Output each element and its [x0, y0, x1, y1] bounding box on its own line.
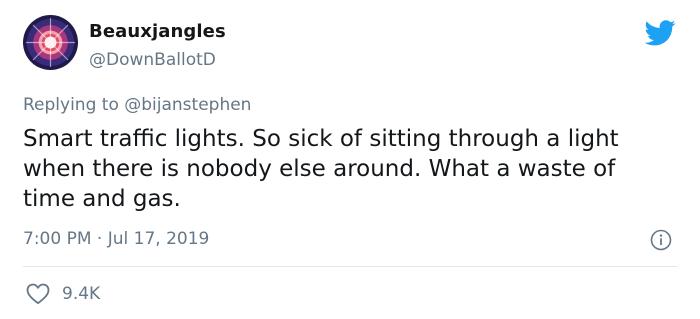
heart-icon — [26, 283, 50, 305]
meta-separator: · — [96, 229, 103, 249]
tweet-time: 7:00 PM — [23, 229, 92, 249]
reply-mention-link[interactable]: @bijanstephen — [124, 95, 251, 115]
tweet-timestamp[interactable]: 7:00 PM · Jul 17, 2019 — [23, 229, 209, 249]
twitter-bird-icon[interactable] — [645, 20, 676, 46]
tweet-text: Smart traffic lights. So sick of sitting… — [23, 126, 619, 212]
tweet-date: Jul 17, 2019 — [107, 229, 210, 249]
display-name[interactable]: Beauxjangles — [89, 21, 226, 42]
like-button[interactable]: 9.4K — [26, 283, 100, 305]
divider — [23, 266, 677, 267]
avatar-image — [26, 18, 75, 67]
avatar[interactable] — [23, 15, 78, 70]
like-count: 9.4K — [62, 284, 101, 304]
user-handle[interactable]: @DownBallotD — [89, 50, 216, 70]
replying-to: Replying to @bijanstephen — [23, 95, 251, 115]
replying-prefix: Replying to — [23, 95, 119, 115]
info-icon[interactable] — [650, 229, 672, 251]
